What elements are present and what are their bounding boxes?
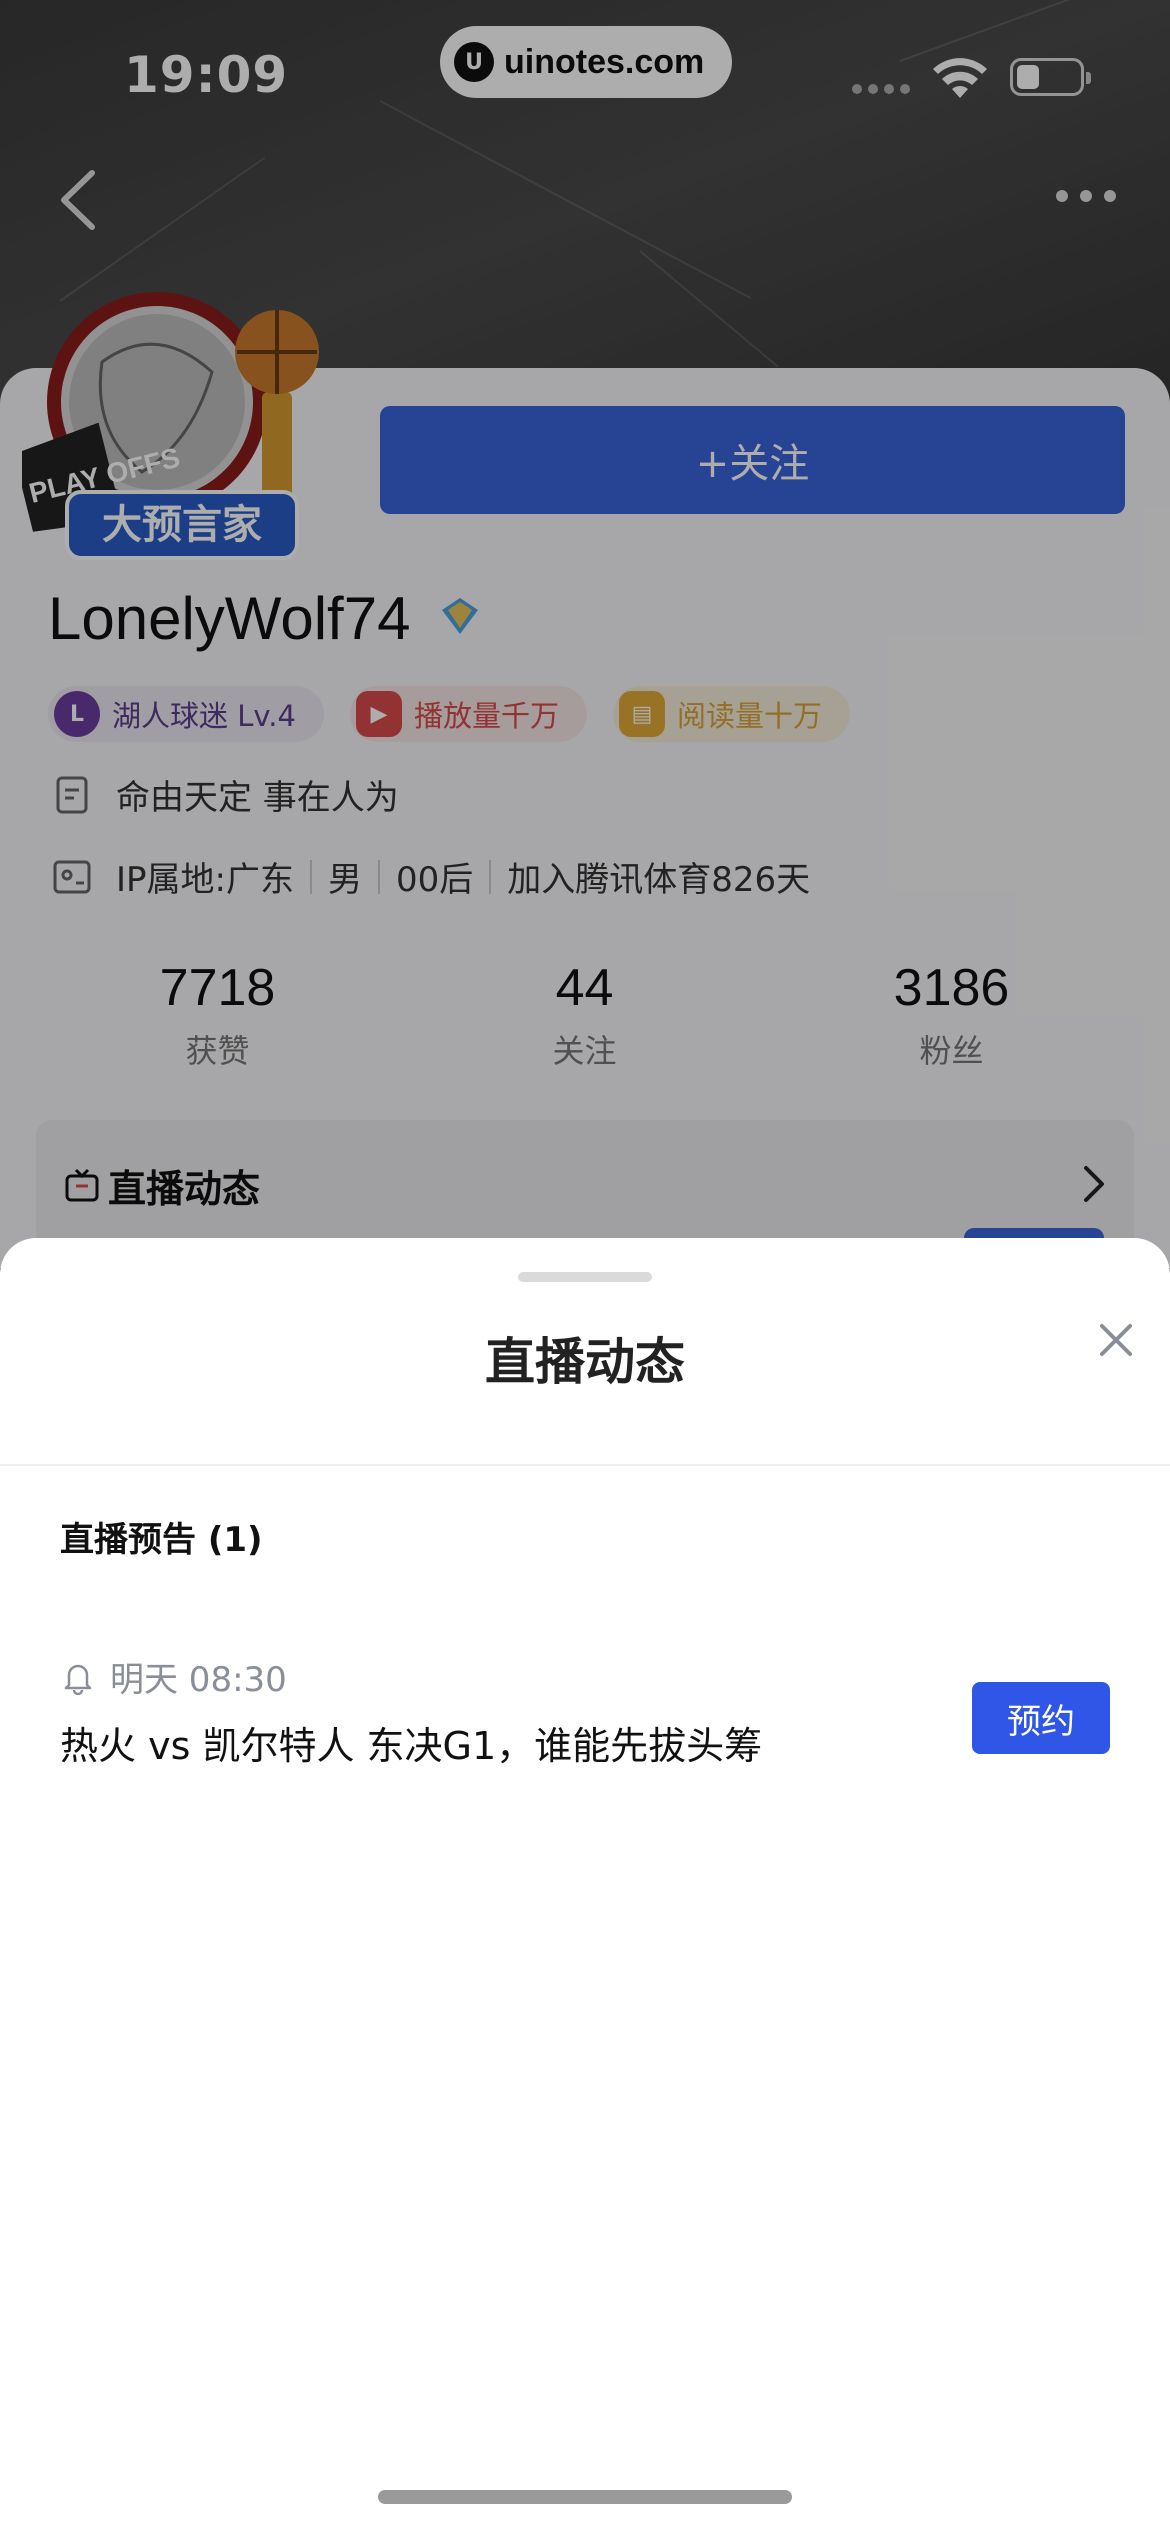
live-preview-title: 热火 vs 凯尔特人 东决G1，谁能先拔头筹 (60, 1724, 763, 1768)
live-preview-item[interactable]: 明天 08:30 热火 vs 凯尔特人 东决G1，谁能先拔头筹 (60, 1652, 1110, 1782)
live-activity-sheet: 直播动态 直播预告 (1) 明天 08:30 热火 vs 凯尔特人 东决G1，谁… (0, 1238, 1170, 2532)
sheet-divider (0, 1464, 1170, 1466)
bell-icon (64, 1664, 92, 1695)
close-icon[interactable] (1092, 1316, 1140, 1364)
sheet-grabber[interactable] (518, 1272, 652, 1282)
reserve-button[interactable]: 预约 (972, 1682, 1110, 1754)
sheet-title: 直播动态 (485, 1333, 685, 1391)
live-preview-section-title: 直播预告 (1) (60, 1520, 263, 1560)
home-indicator[interactable] (378, 2490, 792, 2504)
live-preview-time: 明天 08:30 (110, 1660, 287, 1700)
